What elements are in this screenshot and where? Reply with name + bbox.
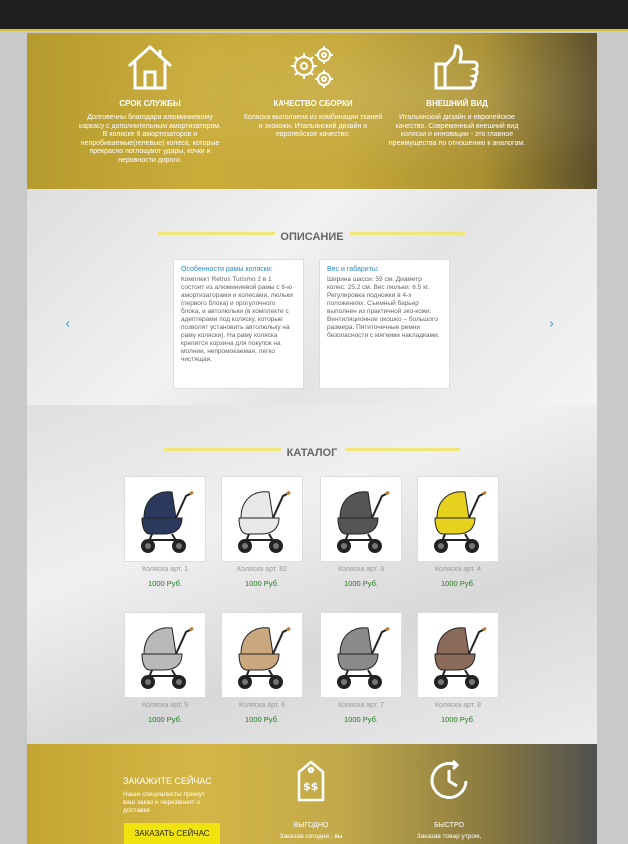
section-title: ОПИСАНИЕ xyxy=(280,231,344,243)
catalog-section: КАТАЛОГ Коляска арт. 1 1000 Руб. Коляска а… xyxy=(27,405,597,744)
product-card[interactable]: Коляска арт. 1 1000 Руб. xyxy=(124,476,206,588)
product-name[interactable]: Коляска арт. 82 xyxy=(221,566,303,573)
feature-appearance: ВНЕШНИЙ ВИД Итальянский дизайн и европей… xyxy=(382,41,532,148)
order-now-button[interactable]: ЗАКАЗАТЬ СЕЙЧАС xyxy=(124,823,220,844)
feature-build-quality: КАЧЕСТВО СБОРКИ Коляска выполнена из ком… xyxy=(238,41,388,140)
product-name[interactable]: Коляска арт. 4 xyxy=(417,566,499,573)
product-name[interactable]: Коляска арт. 1 xyxy=(124,566,206,573)
product-image[interactable] xyxy=(320,476,402,562)
feature-title: СРОК СЛУЖБЫ xyxy=(119,99,181,108)
description-heading: ОПИСАНИЕ xyxy=(27,225,597,244)
order-title: ЗАКАЖИТЕ СЕЙЧАС xyxy=(123,776,212,786)
product-card[interactable]: Коляска арт. 7 1000 Руб. xyxy=(320,612,402,724)
price-tag-icon: $$ xyxy=(297,760,325,802)
product-card[interactable]: Коляска арт. 82 1000 Руб. xyxy=(221,476,303,588)
slider-prev-arrow[interactable]: ‹ xyxy=(65,317,70,332)
card-heading: Вес и габариты: xyxy=(327,266,379,273)
thumbs-up-icon xyxy=(382,41,532,93)
section-title: КАТАЛОГ xyxy=(286,447,338,459)
catalog-heading: КАТАЛОГ xyxy=(27,441,597,460)
gears-icon xyxy=(238,41,388,93)
order-feature-title: БЫСТРО xyxy=(434,822,464,829)
stroller-image xyxy=(337,626,390,689)
product-card[interactable]: Коляска арт. 3 1000 Руб. xyxy=(320,476,402,588)
stroller-image xyxy=(238,626,291,689)
product-card[interactable]: Коляска арт. 4 1000 Руб. xyxy=(417,476,499,588)
slider-next-arrow[interactable]: › xyxy=(549,317,554,332)
stroller-image xyxy=(141,626,194,689)
product-image[interactable] xyxy=(221,476,303,562)
description-card-frame: Особенности рамы коляски: Комплект Retru… xyxy=(173,259,304,389)
product-image[interactable] xyxy=(320,612,402,698)
product-price: 1000 Руб. xyxy=(148,715,182,724)
card-text: Ширина шасси: 59 см. Диаметр колес: 25,2… xyxy=(327,276,440,339)
product-price: 1000 Руб. xyxy=(344,579,378,588)
order-subtitle: Наши специалисты примут ваш заказ и пере… xyxy=(123,791,205,814)
heading-line xyxy=(164,448,281,451)
order-feature-title: ВЫГОДНО xyxy=(293,822,329,829)
product-image[interactable] xyxy=(124,612,206,698)
feature-text: Долговечны благодаря алюминиевому каркас… xyxy=(79,114,222,164)
product-price: 1000 Руб. xyxy=(441,579,475,588)
stroller-image xyxy=(141,490,194,553)
product-price: 1000 Руб. xyxy=(245,579,279,588)
product-name[interactable]: Коляска арт. 6 xyxy=(221,702,303,709)
description-card-size: Вес и габариты: Ширина шасси: 59 см. Диа… xyxy=(319,259,450,389)
heading-line xyxy=(158,232,275,235)
order-feature-text: Заказав сегодня , вы xyxy=(279,833,343,840)
house-icon xyxy=(75,41,225,93)
card-text: Комплект Retrus Turismo 2 в 1 состоит из… xyxy=(181,276,293,363)
feature-durability: СРОК СЛУЖБЫ Долговечны благодаря алюмини… xyxy=(75,41,225,166)
product-name[interactable]: Коляска арт. 5 xyxy=(124,702,206,709)
heading-line xyxy=(350,232,465,235)
clock-icon xyxy=(430,759,468,799)
product-price: 1000 Руб. xyxy=(441,715,475,724)
card-heading: Особенности рамы коляски: xyxy=(181,266,273,273)
product-image[interactable] xyxy=(417,476,499,562)
product-image[interactable] xyxy=(124,476,206,562)
product-card[interactable]: Коляска арт. 5 1000 Руб. xyxy=(124,612,206,724)
product-name[interactable]: Коляска арт. 3 xyxy=(320,566,402,573)
top-bar xyxy=(0,0,628,31)
product-name[interactable]: Коляска арт. 8 xyxy=(417,702,499,709)
product-price: 1000 Руб. xyxy=(245,715,279,724)
stroller-image xyxy=(337,490,390,553)
stroller-image xyxy=(238,490,291,553)
feature-text: Коляска выполнена из комбинации тканей и… xyxy=(243,114,383,139)
feature-title: ВНЕШНИЙ ВИД xyxy=(426,99,488,108)
product-image[interactable] xyxy=(417,612,499,698)
stroller-image xyxy=(434,626,487,689)
description-section: ОПИСАНИЕ ‹ › Особенности рамы коляски: К… xyxy=(27,189,597,405)
features-section: СРОК СЛУЖБЫ Долговечны благодаря алюмини… xyxy=(27,33,597,189)
order-section: ЗАКАЖИТЕ СЕЙЧАС Наши специалисты примут … xyxy=(27,744,597,844)
stroller-image xyxy=(434,490,487,553)
product-price: 1000 Руб. xyxy=(148,579,182,588)
product-image[interactable] xyxy=(221,612,303,698)
heading-line xyxy=(345,448,460,451)
product-price: 1000 Руб. xyxy=(344,715,378,724)
left-gutter xyxy=(0,33,27,844)
right-gutter xyxy=(597,33,628,844)
feature-text: Итальянский дизайн и европейское качеств… xyxy=(388,114,526,147)
product-card[interactable]: Коляска арт. 8 1000 Руб. xyxy=(417,612,499,724)
feature-title: КАЧЕСТВО СБОРКИ xyxy=(273,99,353,108)
product-card[interactable]: Коляска арт. 6 1000 Руб. xyxy=(221,612,303,724)
order-feature-profitable: $$ ВЫГОДНО Заказав сегодня , вы xyxy=(261,758,361,840)
order-feature-fast: БЫСТРО Заказав товар утром, xyxy=(399,758,499,840)
product-name[interactable]: Коляска арт. 7 xyxy=(320,702,402,709)
order-feature-text: Заказав товар утром, xyxy=(416,833,482,840)
svg-text:$$: $$ xyxy=(303,780,318,793)
